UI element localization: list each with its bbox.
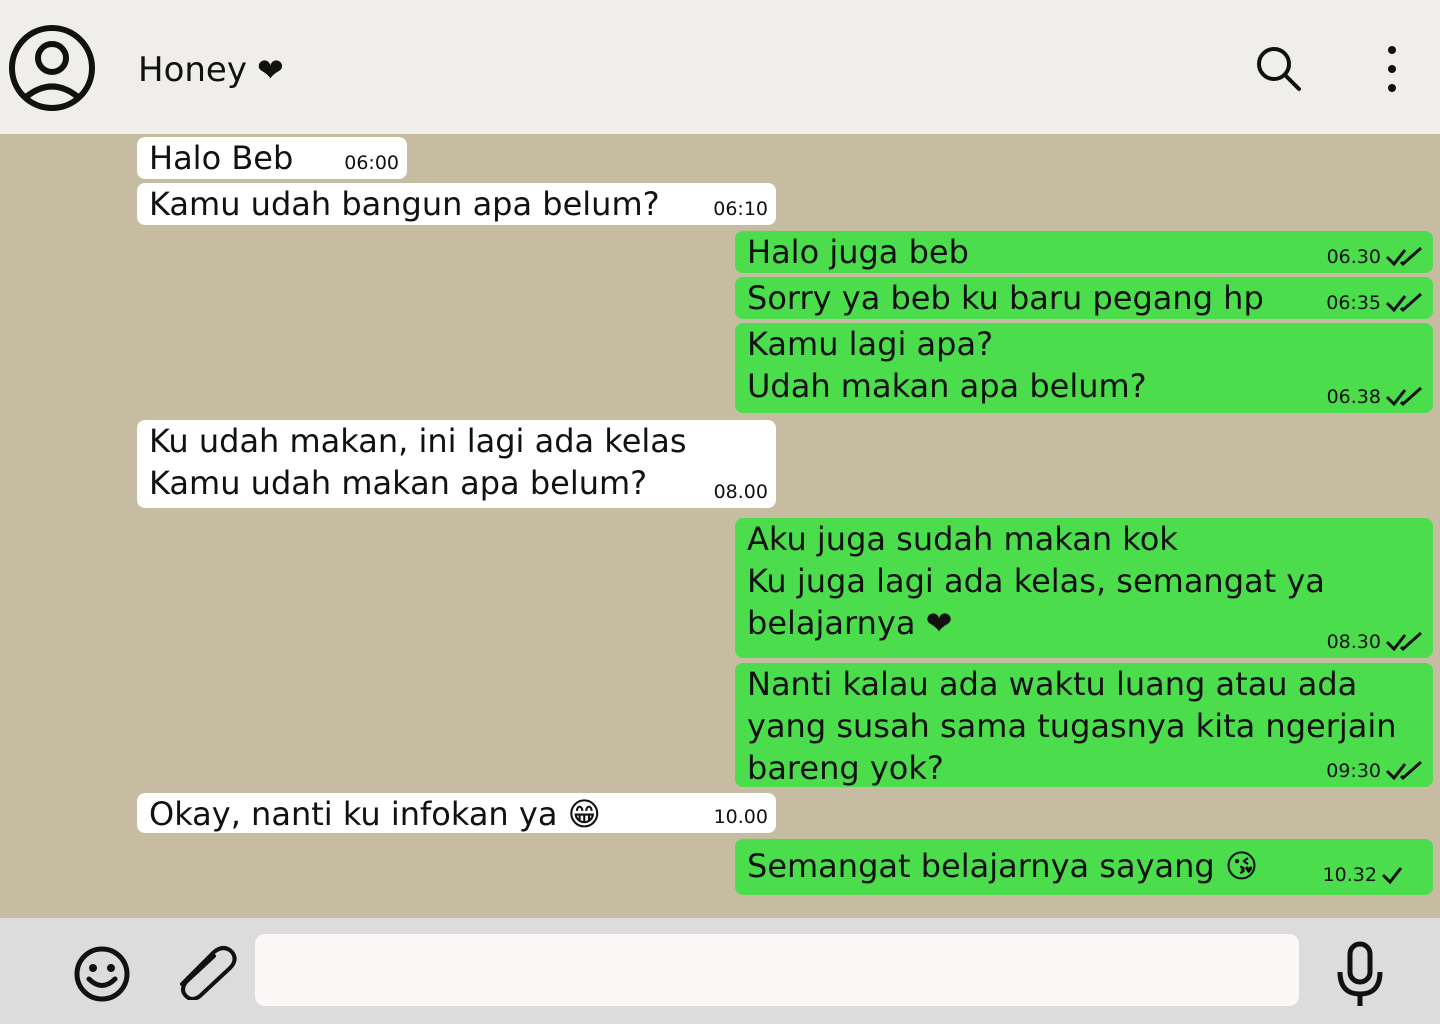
message-text: Ku udah makan, ini lagi ada kelas Kamu u…	[149, 422, 687, 502]
message-text: Kamu lagi apa? Udah makan apa belum?	[747, 325, 1147, 405]
message-time: 10.00	[713, 806, 768, 828]
message-time: 09:30	[1326, 760, 1381, 782]
message-time: 06:00	[344, 152, 399, 174]
emoji-icon[interactable]	[72, 944, 132, 1004]
double-check-icon	[1385, 292, 1422, 313]
message-input[interactable]	[255, 934, 1299, 1006]
contact-name[interactable]: Honey ❤	[138, 47, 284, 93]
message-time: 06:10	[713, 198, 768, 220]
message-text: Halo juga beb	[747, 233, 969, 271]
chat-header: Honey ❤	[0, 0, 1440, 134]
message-bubble-outgoing[interactable]: Nanti kalau ada waktu luang atau ada yan…	[735, 663, 1433, 787]
attachment-icon[interactable]	[170, 940, 240, 1000]
search-icon[interactable]	[1254, 44, 1304, 94]
double-check-icon	[1385, 386, 1422, 407]
message-text: Semangat belajarnya sayang 😘	[747, 847, 1259, 885]
heart-icon: ❤	[256, 51, 284, 89]
more-vertical-icon[interactable]	[1370, 44, 1414, 94]
microphone-icon[interactable]	[1330, 940, 1390, 1010]
message-text: Sorry ya beb ku baru pegang hp	[747, 279, 1264, 317]
message-bubble-incoming[interactable]: Okay, nanti ku infokan ya 😁 10.00	[137, 793, 776, 833]
message-bubble-outgoing[interactable]: Halo juga beb 06.30	[735, 231, 1433, 273]
message-bubble-incoming[interactable]: Kamu udah bangun apa belum? 06:10	[137, 183, 776, 225]
single-check-icon	[1381, 867, 1403, 885]
message-bubble-outgoing[interactable]: Aku juga sudah makan kok Ku juga lagi ad…	[735, 518, 1433, 658]
double-check-icon	[1385, 631, 1422, 652]
message-bubble-incoming[interactable]: Ku udah makan, ini lagi ada kelas Kamu u…	[137, 420, 776, 508]
message-text: Nanti kalau ada waktu luang atau ada yan…	[747, 665, 1397, 787]
message-list: Halo Beb 06:00 Kamu udah bangun apa belu…	[0, 134, 1440, 918]
message-bubble-outgoing[interactable]: Kamu lagi apa? Udah makan apa belum? 06.…	[735, 323, 1433, 413]
message-time: 06.30	[1326, 246, 1381, 268]
message-text: Kamu udah bangun apa belum?	[149, 185, 660, 223]
message-time: 06.38	[1326, 386, 1381, 408]
contact-name-text: Honey	[138, 50, 247, 90]
message-bubble-outgoing[interactable]: Sorry ya beb ku baru pegang hp 06:35	[735, 277, 1433, 319]
message-time: 06:35	[1326, 292, 1381, 314]
message-bubble-outgoing[interactable]: Semangat belajarnya sayang 😘 10.32	[735, 839, 1433, 895]
message-time: 08.30	[1326, 631, 1381, 653]
message-text: Okay, nanti ku infokan ya 😁	[149, 795, 601, 833]
message-time: 08.00	[713, 481, 768, 503]
message-text: Aku juga sudah makan kok Ku juga lagi ad…	[747, 520, 1325, 642]
message-time: 10.32	[1322, 864, 1377, 886]
double-check-icon	[1385, 246, 1422, 267]
double-check-icon	[1385, 760, 1422, 781]
avatar-icon[interactable]	[8, 24, 96, 112]
message-bubble-incoming[interactable]: Halo Beb 06:00	[137, 137, 407, 179]
